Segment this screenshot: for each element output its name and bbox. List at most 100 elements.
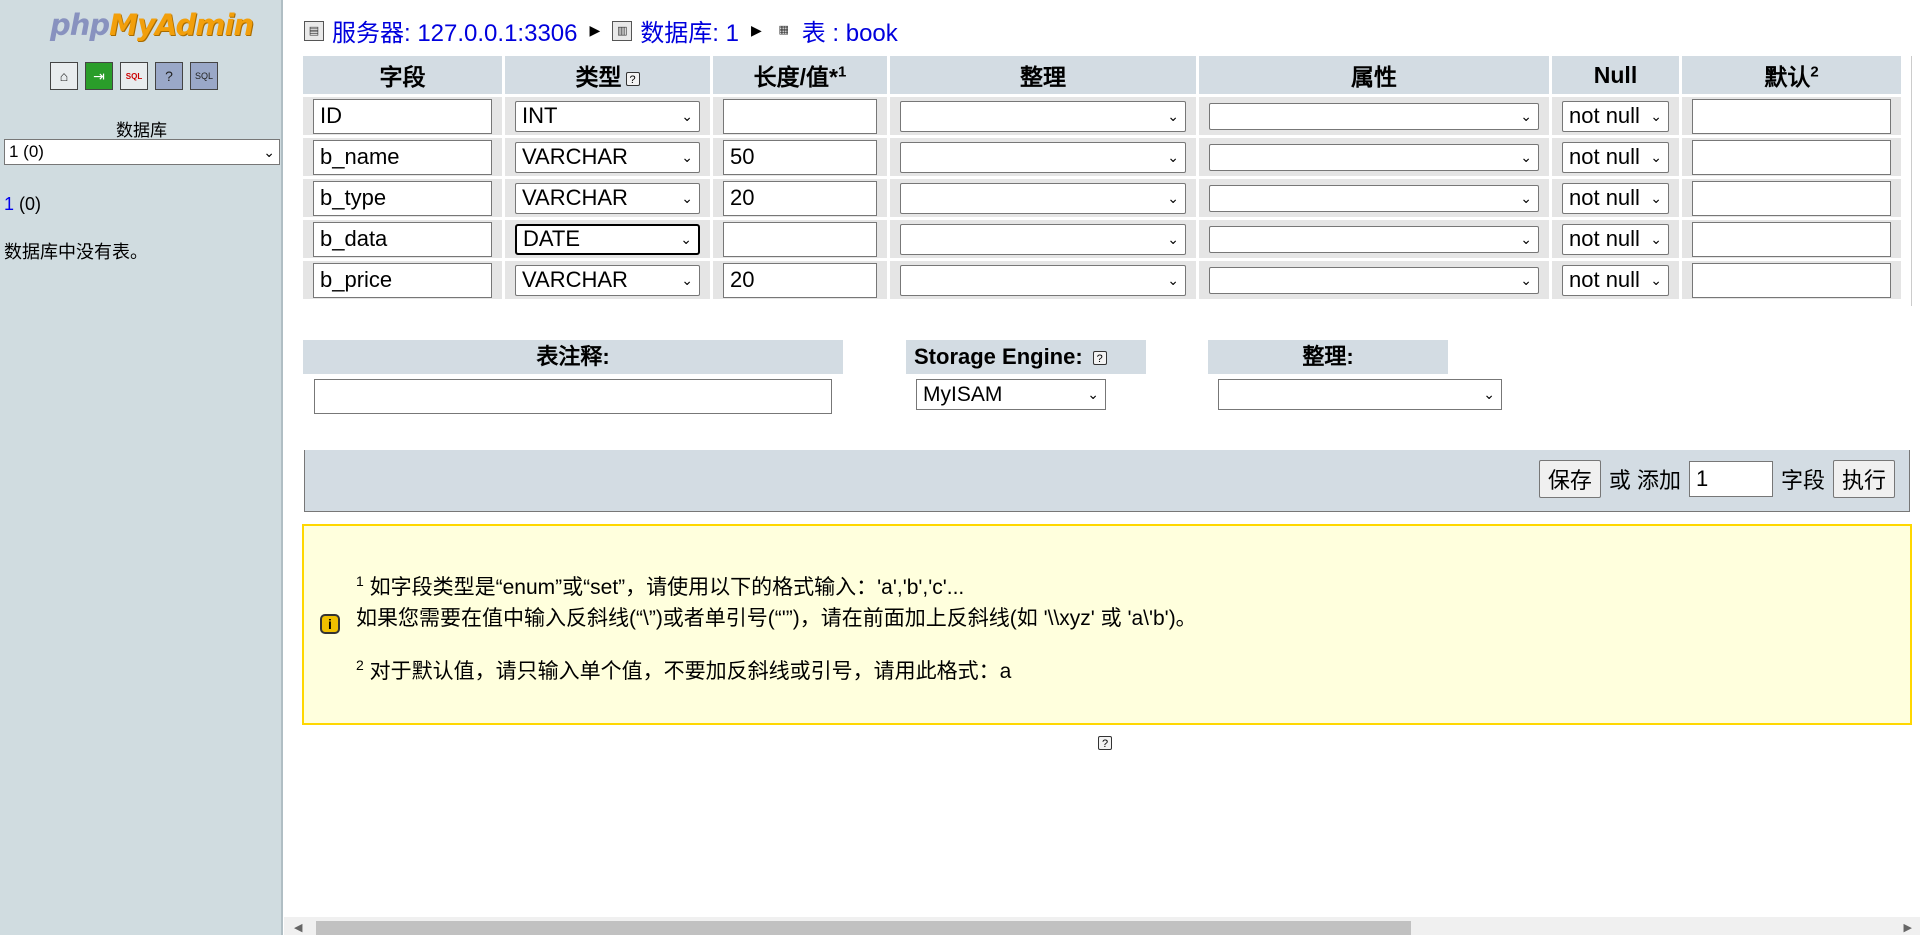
server-icon: ▤ <box>304 20 324 41</box>
field-collation-select[interactable]: ⌄ <box>900 264 1186 296</box>
field-collation-select[interactable]: ⌄ <box>900 182 1186 214</box>
field-default-input[interactable] <box>1692 180 1891 216</box>
field-type-select[interactable]: INT ⌄ <box>515 100 700 132</box>
database-select[interactable]: 1 (0) ⌄ <box>4 139 280 165</box>
scroll-left-icon[interactable]: ◀ <box>294 921 302 934</box>
field-default-input[interactable] <box>1692 139 1891 175</box>
info-icon: i <box>320 614 340 634</box>
save-button[interactable]: 保存 <box>1538 460 1601 498</box>
field-default-input[interactable] <box>1692 98 1891 134</box>
table-comment-input[interactable] <box>314 379 832 414</box>
field-name-input[interactable]: b_name <box>313 139 492 175</box>
scrollbar-thumb[interactable] <box>316 921 1411 935</box>
breadcrumb-arrow-icon: ▶ <box>589 22 601 38</box>
field-null-select[interactable]: not null ⌄ <box>1562 182 1669 214</box>
chevron-down-icon: ⌄ <box>1167 148 1179 165</box>
docs-icon[interactable]: SQL <box>190 62 218 90</box>
field-name-input[interactable]: b_price <box>313 262 492 298</box>
horizontal-scrollbar[interactable]: ◀ ▶ <box>284 917 1920 935</box>
help-icon[interactable]: ? <box>625 71 640 86</box>
help-icon[interactable]: ? <box>155 62 183 90</box>
breadcrumb-server[interactable]: 服务器: 127.0.0.1:3306 <box>332 13 577 48</box>
field-collation-select[interactable]: ⌄ <box>900 100 1186 132</box>
field-name-input[interactable]: ID <box>313 98 492 134</box>
chevron-down-icon: ⌄ <box>1650 230 1662 247</box>
chevron-down-icon: ⌄ <box>681 189 693 206</box>
field-length-cell: 50 <box>713 138 887 176</box>
field-attribute-select[interactable]: ⌄ <box>1209 225 1539 253</box>
header-null: Null <box>1552 56 1679 94</box>
field-attribute-select[interactable]: ⌄ <box>1209 266 1539 294</box>
field-length-input[interactable] <box>723 98 877 134</box>
field-name-input[interactable]: b_data <box>313 221 492 257</box>
field-attribute-select[interactable]: ⌄ <box>1209 143 1539 171</box>
field-name-cell: b_type <box>303 179 502 217</box>
field-type-select[interactable]: DATE ⌄ <box>515 223 700 255</box>
field-collation-cell: ⌄ <box>890 138 1196 176</box>
table-collation-label: 整理: <box>1208 340 1448 374</box>
chevron-down-icon: ⌄ <box>1520 230 1532 247</box>
field-row: b_data DATE ⌄ ⌄ ⌄ not null ⌄ <box>303 220 1901 258</box>
field-row: b_type VARCHAR ⌄ 20 ⌄ ⌄ not null ⌄ <box>303 179 1901 217</box>
no-tables-message: 数据库中没有表。 <box>4 242 148 262</box>
field-type-select[interactable]: VARCHAR ⌄ <box>515 182 700 214</box>
database-link-row: 1 (0) <box>4 194 41 215</box>
field-name-cell: b_price <box>303 261 502 299</box>
field-null-cell: not null ⌄ <box>1552 220 1679 258</box>
scroll-right-icon[interactable]: ▶ <box>1904 921 1912 934</box>
field-default-input[interactable] <box>1692 221 1891 257</box>
field-attribute-cell: ⌄ <box>1199 220 1549 258</box>
field-null-select[interactable]: not null ⌄ <box>1562 100 1669 132</box>
field-type-select[interactable]: VARCHAR ⌄ <box>515 264 700 296</box>
sql-icon[interactable]: SQL <box>120 62 148 90</box>
field-type-select[interactable]: VARCHAR ⌄ <box>515 141 700 173</box>
breadcrumb-arrow-icon: ▶ <box>750 22 762 38</box>
table-icon: ▦ <box>778 23 789 36</box>
exit-icon[interactable]: ⇥ <box>85 62 113 90</box>
field-null-cell: not null ⌄ <box>1552 261 1679 299</box>
field-attribute-select[interactable]: ⌄ <box>1209 102 1539 130</box>
navigation-sidebar: phpMyAdmin ⌂ ⇥ SQL ? SQL 数据库 1 (0) ⌄ 1 (… <box>0 0 283 935</box>
field-null-select[interactable]: not null ⌄ <box>1562 141 1669 173</box>
field-length-input[interactable]: 50 <box>723 139 877 175</box>
home-icon[interactable]: ⌂ <box>50 62 78 90</box>
chevron-down-icon: ⌄ <box>1520 271 1532 288</box>
field-length-input[interactable] <box>723 221 877 257</box>
field-attribute-cell: ⌄ <box>1199 179 1549 217</box>
go-button[interactable]: 执行 <box>1832 460 1895 498</box>
field-null-select[interactable]: not null ⌄ <box>1562 264 1669 296</box>
save-bar: 保存 或 添加 1 字段 执行 <box>304 450 1910 512</box>
chevron-down-icon: ⌄ <box>681 148 693 165</box>
header-field: 字段 <box>303 56 502 94</box>
field-length-input[interactable]: 20 <box>723 262 877 298</box>
phpmyadmin-logo[interactable]: phpMyAdmin <box>50 8 254 42</box>
chevron-down-icon: ⌄ <box>1650 148 1662 165</box>
database-link[interactable]: 1 <box>4 194 14 214</box>
field-row: b_price VARCHAR ⌄ 20 ⌄ ⌄ not null ⌄ <box>303 261 1901 299</box>
field-default-input[interactable] <box>1692 262 1891 298</box>
field-collation-select[interactable]: ⌄ <box>900 223 1186 255</box>
field-type-cell: INT ⌄ <box>505 97 710 135</box>
database-select-value: 1 (0) <box>9 142 44 161</box>
chevron-down-icon: ⌄ <box>1167 107 1179 124</box>
breadcrumb-database[interactable]: 数据库: 1 <box>640 13 739 48</box>
chevron-down-icon: ⌄ <box>1650 271 1662 288</box>
field-attribute-select[interactable]: ⌄ <box>1209 184 1539 212</box>
help-icon[interactable]: ? <box>1092 351 1107 366</box>
breadcrumb-table[interactable]: 表 : book <box>802 13 898 48</box>
storage-engine-select[interactable]: MyISAM ⌄ <box>916 379 1106 410</box>
field-collation-select[interactable]: ⌄ <box>900 141 1186 173</box>
field-name-input[interactable]: b_type <box>313 180 492 216</box>
add-field-count-input[interactable]: 1 <box>1688 461 1773 497</box>
field-type-cell: DATE ⌄ <box>505 220 710 258</box>
table-collation-select[interactable]: ⌄ <box>1218 379 1502 410</box>
field-row: b_name VARCHAR ⌄ 50 ⌄ ⌄ not null ⌄ <box>303 138 1901 176</box>
notice-box: i 1 如字段类型是“enum”或“set”，请使用以下的格式输入：'a','b… <box>302 524 1912 725</box>
help-icon[interactable]: ? <box>1098 736 1112 750</box>
field-length-input[interactable]: 20 <box>723 180 877 216</box>
chevron-down-icon: ⌄ <box>681 271 693 288</box>
field-null-select[interactable]: not null ⌄ <box>1562 223 1669 255</box>
or-add-label: 或 添加 <box>1608 468 1681 493</box>
chevron-down-icon: ⌄ <box>263 143 275 160</box>
field-table-header: 字段 类型? 长度/值*1 整理 属性 Null 默认2 <box>303 56 1901 94</box>
